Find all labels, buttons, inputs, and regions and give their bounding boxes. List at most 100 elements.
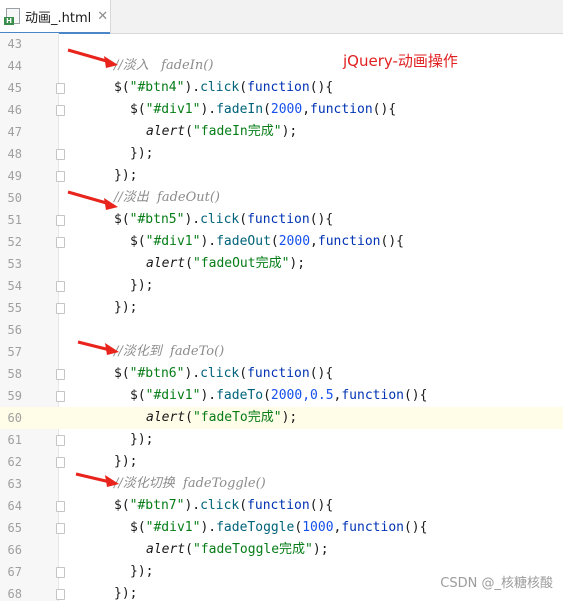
- fold-marker-icon[interactable]: [56, 105, 65, 116]
- fold-marker-icon[interactable]: [56, 369, 65, 380]
- code-line[interactable]: 55});: [0, 297, 563, 319]
- code-token: );: [281, 124, 298, 139]
- code-text: });: [114, 297, 137, 319]
- file-tab[interactable]: H 动画_.html ✕: [0, 0, 111, 34]
- selector-string: "#div1": [145, 234, 201, 249]
- red-arrow-2: [67, 190, 118, 210]
- code-text: alert("fadeIn完成");: [146, 121, 297, 143]
- code-token: ).: [184, 366, 201, 381]
- line-number: 55: [7, 301, 22, 315]
- code-comment: //淡出 fadeOut(): [114, 190, 220, 205]
- code-token: });: [130, 432, 154, 447]
- line-number: 64: [7, 499, 22, 513]
- fold-marker-icon[interactable]: [56, 83, 65, 94]
- fold-marker-icon[interactable]: [56, 501, 65, 512]
- code-line[interactable]: 51 $("#btn5").click(function(){: [0, 209, 563, 231]
- line-number: 47: [7, 125, 22, 139]
- code-text: });: [130, 275, 153, 297]
- method-name: click: [200, 498, 240, 513]
- watermark: CSDN @_核糖核酸: [440, 576, 553, 591]
- fold-marker-icon[interactable]: [56, 457, 65, 468]
- line-number: 52: [7, 235, 22, 249]
- selector-string: "#div1": [145, 520, 201, 535]
- fold-marker-icon[interactable]: [56, 171, 65, 182]
- code-token: ).: [200, 234, 217, 249]
- line-number: 49: [7, 169, 22, 183]
- number-literal: 2000: [278, 234, 311, 249]
- code-token: $(: [114, 212, 130, 227]
- code-token: $(: [114, 366, 130, 381]
- fold-marker-icon[interactable]: [56, 281, 65, 292]
- code-line[interactable]: 52 $("#div1").fadeOut(2000,function(){: [0, 231, 563, 253]
- fold-marker-icon[interactable]: [56, 391, 65, 402]
- code-line[interactable]: 53 alert("fadeOut完成");: [0, 253, 563, 275]
- fold-marker-icon[interactable]: [56, 523, 65, 534]
- code-line[interactable]: 66 alert("fadeToggle完成");: [0, 539, 563, 561]
- fold-marker-icon[interactable]: [56, 303, 65, 314]
- code-token: });: [130, 146, 154, 161]
- fold-marker-icon[interactable]: [56, 589, 65, 600]
- code-line[interactable]: 47 alert("fadeIn完成");: [0, 121, 563, 143]
- code-text: //淡入 fadeIn(): [114, 55, 213, 77]
- number-literal: 2000: [270, 102, 303, 117]
- code-token: (){: [403, 388, 428, 403]
- line-number: 46: [7, 103, 22, 117]
- fold-marker-icon[interactable]: [56, 149, 65, 160]
- code-text: $("#btn6").click(function(){: [114, 363, 333, 385]
- code-token: });: [130, 564, 154, 579]
- code-line[interactable]: 59 $("#div1").fadeTo(2000,0.5,function(){: [0, 385, 563, 407]
- code-line[interactable]: 48});: [0, 143, 563, 165]
- fold-marker-icon[interactable]: [56, 567, 65, 578]
- code-token: $(: [130, 102, 146, 117]
- alert-message: "fadeOut完成": [192, 256, 290, 271]
- code-token: ).: [184, 80, 201, 95]
- keyword: function: [317, 234, 381, 249]
- alert-call: alert: [146, 124, 186, 139]
- code-line[interactable]: 49});: [0, 165, 563, 187]
- fold-marker-icon[interactable]: [56, 435, 65, 446]
- code-editor[interactable]: 43 44//淡入 fadeIn() 45 $("#btn4").click(func…: [0, 33, 563, 601]
- line-number: 45: [7, 81, 22, 95]
- code-line[interactable]: 60 alert("fadeTo完成");: [0, 407, 563, 429]
- code-token: (){: [309, 80, 334, 95]
- code-text: });: [130, 429, 153, 451]
- code-line[interactable]: 45 $("#btn4").click(function(){: [0, 77, 563, 99]
- code-token: });: [130, 278, 154, 293]
- code-token: (: [270, 234, 279, 249]
- code-line[interactable]: 64 $("#btn7").click(function(){: [0, 495, 563, 517]
- code-token: (: [263, 102, 271, 117]
- code-token: ).: [184, 212, 201, 227]
- code-token: (){: [309, 366, 334, 381]
- fold-marker-icon[interactable]: [56, 237, 65, 248]
- code-line[interactable]: 54});: [0, 275, 563, 297]
- selector-string: "#btn5": [129, 212, 185, 227]
- alert-message: "fadeIn完成": [192, 124, 282, 139]
- code-line[interactable]: 58 $("#btn6").click(function(){: [0, 363, 563, 385]
- code-line[interactable]: 46 $("#div1").fadeIn(2000,function(){: [0, 99, 563, 121]
- file-tab-label: 动画_.html: [25, 11, 92, 26]
- code-token: );: [289, 256, 306, 271]
- code-token: (){: [403, 520, 428, 535]
- line-number: 59: [7, 389, 22, 403]
- close-tab-icon[interactable]: ✕: [97, 9, 108, 24]
- code-text: alert("fadeTo完成");: [146, 407, 297, 429]
- keyword: function: [247, 366, 310, 381]
- red-arrow-4: [75, 472, 119, 487]
- code-comment: //淡入 fadeIn(): [114, 58, 214, 73]
- line-number: 60: [7, 411, 22, 425]
- line-number: 54: [7, 279, 22, 293]
- code-token: (){: [380, 234, 404, 249]
- code-line[interactable]: 61});: [0, 429, 563, 451]
- selector-string: "#div1": [145, 388, 201, 403]
- line-number: 48: [7, 147, 22, 161]
- keyword: function: [310, 102, 373, 117]
- code-text: //淡化切换 fadeToggle(): [114, 473, 266, 495]
- code-token: (){: [372, 102, 397, 117]
- keyword: function: [247, 212, 310, 227]
- line-number: 65: [7, 521, 22, 535]
- code-line[interactable]: 65 $("#div1").fadeToggle(1000,function(){: [0, 517, 563, 539]
- code-text: });: [114, 583, 137, 605]
- fold-marker-icon[interactable]: [56, 215, 65, 226]
- line-number: 68: [7, 587, 22, 601]
- selector-string: "#btn7": [129, 498, 185, 513]
